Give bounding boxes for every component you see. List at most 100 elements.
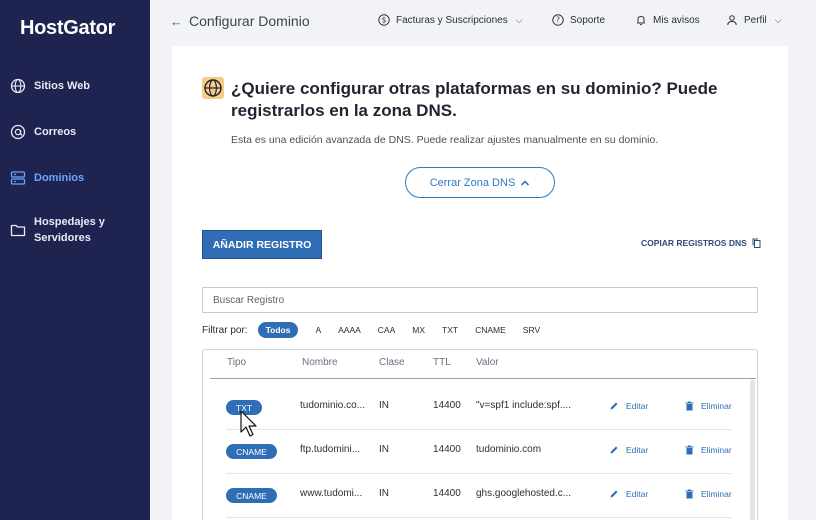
bell-icon <box>637 15 645 26</box>
delete-record-button[interactable]: Eliminar <box>685 489 732 499</box>
pencil-icon <box>610 446 618 454</box>
record-type-badge: CNAME <box>226 488 277 503</box>
mouse-cursor-icon <box>240 410 257 437</box>
filter-chip-aaaa[interactable]: AAAA <box>338 325 361 335</box>
chevron-down-icon: ⌵ <box>515 14 523 25</box>
back-button[interactable]: ← Configurar Dominio <box>170 13 310 29</box>
globe-badge <box>202 77 224 99</box>
record-ttl: 14400 <box>433 444 461 455</box>
delete-label: Eliminar <box>701 401 732 411</box>
delete-label: Eliminar <box>701 445 732 455</box>
row-divider <box>226 429 732 430</box>
edit-record-button[interactable]: Editar <box>609 489 648 499</box>
table-row: CNAME ftp.tudomini... IN 14400 tudominio… <box>203 432 749 476</box>
pencil-icon <box>610 490 618 498</box>
sidebar-item-label: Dominios <box>34 172 85 184</box>
server-icon <box>10 171 26 185</box>
support-link[interactable]: ? Soporte <box>552 14 605 26</box>
search-records-input[interactable] <box>202 287 758 313</box>
record-class: IN <box>379 400 389 411</box>
record-type-badge: CNAME <box>226 444 277 459</box>
delete-record-button[interactable]: Eliminar <box>685 401 732 411</box>
help-icon: ? <box>552 14 564 26</box>
chevron-down-icon: ⌵ <box>774 14 782 25</box>
top-bar: ← Configurar Dominio $ Facturas y Suscri… <box>150 0 816 42</box>
filter-chip-caa[interactable]: CAA <box>378 325 395 335</box>
profile-menu[interactable]: Perfil ⌵ <box>726 14 782 26</box>
column-header-valor[interactable]: Valor <box>476 357 499 368</box>
record-class: IN <box>379 488 389 499</box>
record-value: tudominio.com <box>476 444 542 455</box>
delete-label: Eliminar <box>701 489 732 499</box>
edit-label: Editar <box>626 401 649 411</box>
svg-text:$: $ <box>382 16 387 25</box>
dollar-icon: $ <box>378 14 390 26</box>
row-divider <box>226 517 732 518</box>
filter-chip-mx[interactable]: MX <box>412 325 425 335</box>
sidebar: HostGator Sitios Web Correos Dominios Ho… <box>0 0 150 520</box>
globe-icon <box>204 79 222 97</box>
sidebar-item-hospedajes[interactable]: Hospedajes y Servidores <box>0 214 150 246</box>
page-title: Configurar Dominio <box>189 13 310 29</box>
add-record-button[interactable]: AÑADIR REGISTRO <box>202 230 322 259</box>
at-icon <box>10 124 26 140</box>
folder-icon <box>10 224 26 237</box>
sidebar-item-label: Hospedajes y Servidores <box>34 216 105 244</box>
table-row: CNAME www.tudomi... IN 14400 ghs.googleh… <box>203 476 749 520</box>
filter-row: Filtrar por: Todos A AAAA CAA MX TXT CNA… <box>202 321 557 339</box>
close-dns-zone-label: Cerrar Zona DNS <box>429 176 516 189</box>
copy-dns-records-link[interactable]: COPIAR REGISTROS DNS <box>641 238 761 248</box>
record-name: ftp.tudomini... <box>300 444 361 455</box>
billing-menu[interactable]: $ Facturas y Suscripciones ⌵ <box>378 14 523 26</box>
record-class: IN <box>379 444 389 455</box>
column-header-nombre[interactable]: Nombre <box>302 357 338 368</box>
dns-heading: ¿Quiere configurar otras plataformas en … <box>231 79 718 120</box>
column-header-ttl[interactable]: TTL <box>433 357 451 368</box>
filter-label: Filtrar por: <box>202 324 248 336</box>
filter-chip-todos[interactable]: Todos <box>257 322 299 338</box>
record-ttl: 14400 <box>433 400 461 411</box>
filter-chip-txt[interactable]: TXT <box>442 325 458 335</box>
svg-text:?: ? <box>556 16 560 25</box>
edit-label: Editar <box>626 445 649 455</box>
row-divider <box>226 473 732 474</box>
trash-icon <box>685 401 694 411</box>
sidebar-item-correos[interactable]: Correos <box>0 124 150 140</box>
sidebar-item-label: Sitios Web <box>34 80 91 92</box>
sidebar-item-sitios-web[interactable]: Sitios Web <box>0 78 150 94</box>
edit-label: Editar <box>626 489 649 499</box>
dns-subtext: Esta es una edición avanzada de DNS. Pue… <box>231 134 659 146</box>
filter-chip-srv[interactable]: SRV <box>523 325 540 335</box>
record-name: tudominio.co... <box>300 400 366 411</box>
hostgator-logo[interactable]: HostGator <box>20 17 115 40</box>
edit-record-button[interactable]: Editar <box>609 401 648 411</box>
notices-link[interactable]: Mis avisos <box>635 14 700 26</box>
trash-icon <box>685 489 694 499</box>
record-value: ghs.googlehosted.c... <box>476 488 572 499</box>
dns-card: ¿Quiere configurar otras plataformas en … <box>172 46 788 520</box>
sidebar-item-dominios[interactable]: Dominios <box>0 170 150 186</box>
dns-records-table: Tipo Nombre Clase TTL Valor TXT tudomini… <box>202 349 758 520</box>
trash-icon <box>685 445 694 455</box>
header-divider <box>210 378 756 379</box>
filter-chip-a[interactable]: A <box>315 325 321 335</box>
pencil-icon <box>610 402 618 410</box>
arrow-left-icon: ← <box>170 13 183 29</box>
profile-label: Perfil <box>744 14 767 26</box>
sidebar-item-label: Correos <box>34 126 77 138</box>
table-row: TXT tudominio.co... IN 14400 "v=spf1 inc… <box>203 388 749 432</box>
support-label: Soporte <box>570 14 606 26</box>
user-icon <box>727 15 737 26</box>
copy-icon <box>752 238 761 248</box>
edit-record-button[interactable]: Editar <box>609 445 648 455</box>
column-header-tipo[interactable]: Tipo <box>227 357 246 368</box>
close-dns-zone-button[interactable]: Cerrar Zona DNS <box>405 167 555 198</box>
notices-label: Mis avisos <box>653 14 700 26</box>
chevron-up-icon <box>521 179 530 186</box>
globe-icon <box>10 78 26 94</box>
column-header-clase[interactable]: Clase <box>379 357 405 368</box>
table-scrollbar[interactable] <box>750 380 755 520</box>
record-name: www.tudomi... <box>300 488 363 499</box>
delete-record-button[interactable]: Eliminar <box>685 445 732 455</box>
filter-chip-cname[interactable]: CNAME <box>475 325 506 335</box>
